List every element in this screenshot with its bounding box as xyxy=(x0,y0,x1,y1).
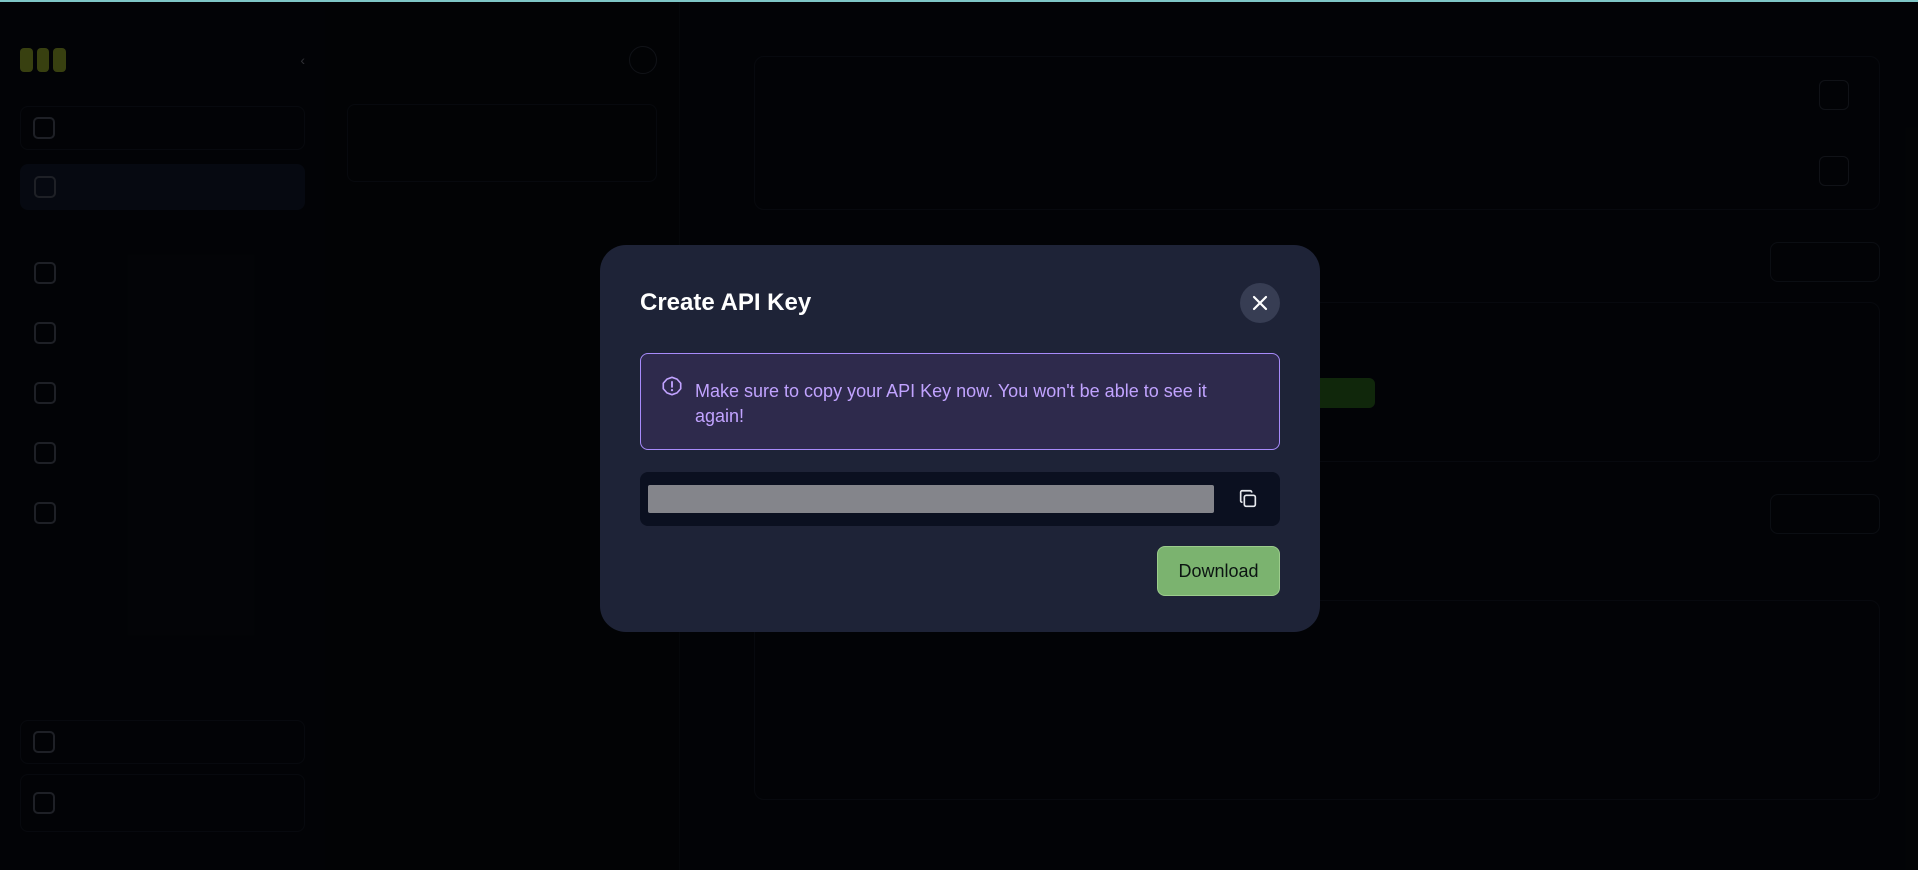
create-api-key-dialog: Create API Key Make sure to copy your AP… xyxy=(600,245,1320,632)
copy-button[interactable] xyxy=(1224,479,1272,519)
download-button[interactable]: Download xyxy=(1157,546,1280,596)
app-root: ‹ xyxy=(0,0,1918,870)
dialog-title: Create API Key xyxy=(640,289,812,316)
close-button[interactable] xyxy=(1240,283,1280,323)
close-icon xyxy=(1252,295,1268,311)
api-key-row xyxy=(640,472,1280,526)
dialog-header: Create API Key xyxy=(640,283,1280,323)
alert-message: Make sure to copy your API Key now. You … xyxy=(695,381,1207,426)
alert-circle-icon xyxy=(662,376,682,396)
api-key-field[interactable] xyxy=(648,485,1214,513)
dialog-actions: Download xyxy=(640,546,1280,596)
warning-alert: Make sure to copy your API Key now. You … xyxy=(640,353,1280,450)
copy-icon xyxy=(1239,489,1257,508)
